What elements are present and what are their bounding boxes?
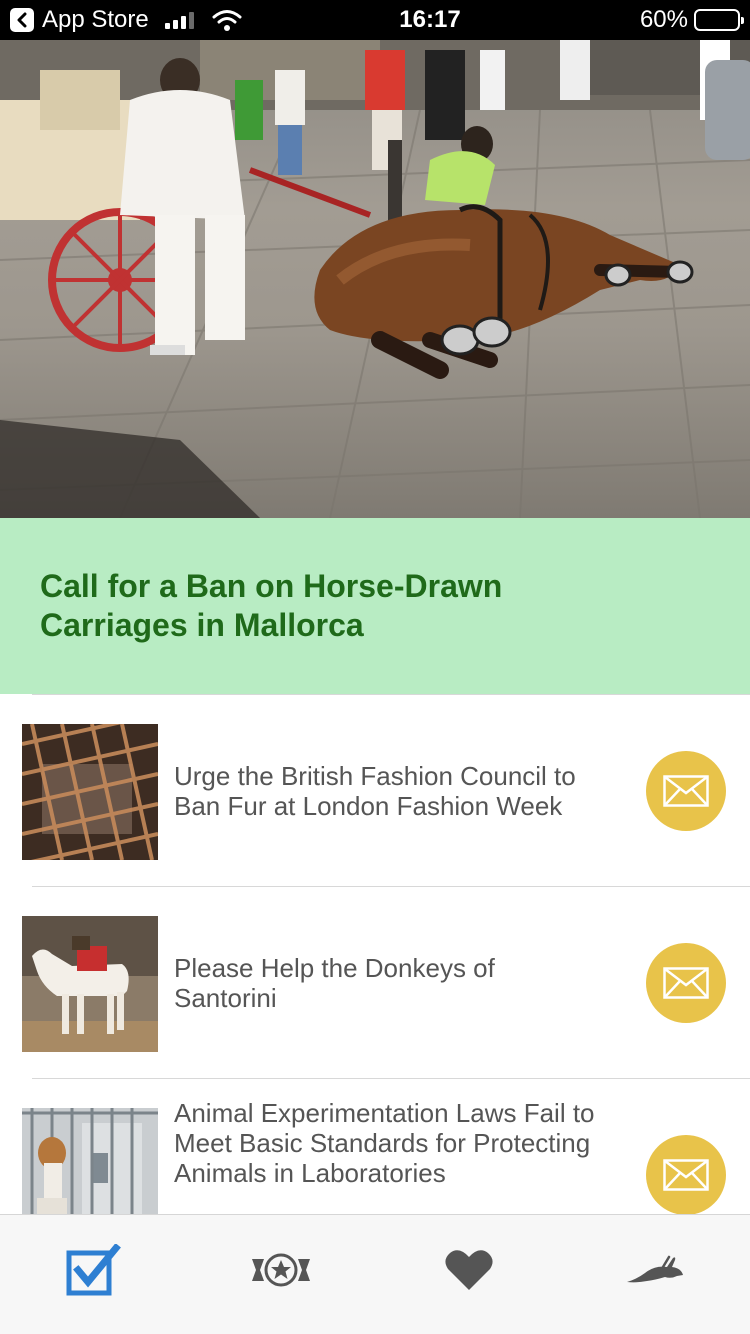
rabbit-icon — [627, 1255, 684, 1282]
badge-star-icon — [252, 1253, 311, 1286]
beagle-photo — [22, 1108, 158, 1214]
tab-actions[interactable] — [0, 1215, 188, 1334]
back-chevron-icon — [10, 8, 34, 32]
back-label: App Store — [42, 6, 149, 33]
email-action-button[interactable] — [646, 1134, 726, 1214]
status-time: 16:17 — [399, 6, 461, 33]
list-item-title: Animal Experimentation Laws Fail to Meet… — [174, 1098, 595, 1188]
email-action-button[interactable] — [646, 750, 726, 831]
email-action-button[interactable] — [646, 942, 726, 1023]
list-item-title: Urge the British Fashion Council to Ban … — [174, 760, 576, 821]
featured-campaign[interactable]: Call for a Ban on Horse-Drawn Carriages … — [0, 518, 750, 694]
tab-bar — [0, 1214, 750, 1334]
hero-image[interactable] — [0, 40, 750, 518]
donkey-photo — [22, 916, 158, 1052]
tab-peta[interactable] — [563, 1215, 750, 1334]
featured-title: Call for a Ban on Horse-Drawn Carriages … — [40, 568, 503, 643]
wifi-icon — [212, 10, 242, 31]
checkbox-icon — [66, 1243, 121, 1295]
envelope-icon — [663, 966, 709, 999]
list-item[interactable]: Animal Experimentation Laws Fail to Meet… — [0, 1079, 750, 1214]
caged-animal-photo — [22, 724, 158, 860]
envelope-icon — [663, 1158, 709, 1191]
cellular-signal-icon — [164, 11, 194, 29]
envelope-icon — [663, 774, 709, 807]
campaign-list[interactable]: Urge the British Fashion Council to Ban … — [0, 694, 750, 1214]
tab-rewards[interactable] — [188, 1215, 376, 1334]
back-to-app-store[interactable]: App Store — [10, 6, 310, 34]
status-bar: App Store 16:17 60% — [0, 0, 750, 40]
list-item[interactable]: Urge the British Fashion Council to Ban … — [0, 695, 750, 886]
battery-percent: 60% — [639, 6, 688, 33]
list-item[interactable]: Please Help the Donkeys of Santorini — [0, 887, 750, 1078]
tab-favorites[interactable] — [375, 1215, 563, 1334]
heart-icon — [445, 1249, 493, 1290]
list-item-title: Please Help the Donkeys of Santorini — [174, 952, 495, 1013]
battery-icon — [694, 9, 744, 31]
horse-photo — [0, 40, 750, 518]
